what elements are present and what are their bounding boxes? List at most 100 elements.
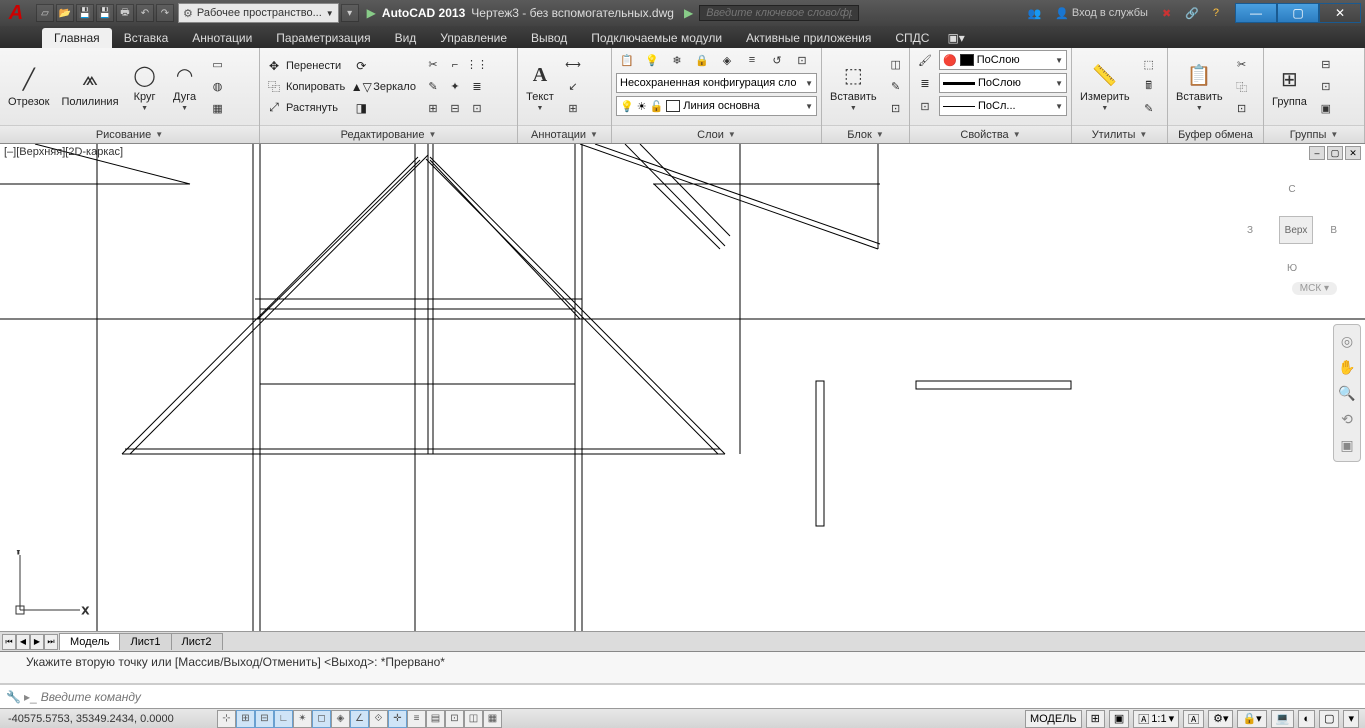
- tab-expander-icon[interactable]: ▣▾: [941, 28, 970, 48]
- viewcube-n[interactable]: С: [1288, 184, 1295, 195]
- qat-saveas-icon[interactable]: 💾: [96, 4, 114, 22]
- nav-zoom-icon[interactable]: 🔍: [1337, 383, 1357, 403]
- sb-annoscale[interactable]: 🄰 1:1▾: [1133, 710, 1179, 728]
- mirror-button[interactable]: ▲▽Зеркало: [351, 78, 418, 96]
- drawing-canvas[interactable]: [0, 144, 1365, 631]
- align-icon[interactable]: ⊞: [422, 99, 444, 119]
- circle-button[interactable]: ◯Круг▼: [127, 59, 163, 114]
- layer-lock-icon[interactable]: 🔒: [691, 50, 713, 70]
- dim-linear-icon[interactable]: ⟷: [562, 55, 584, 75]
- sb-osnap-icon[interactable]: ◻: [312, 710, 331, 728]
- copy-clip-icon[interactable]: ⿻: [1231, 77, 1253, 97]
- layer-prop-icon[interactable]: 📋: [616, 50, 638, 70]
- copy-button[interactable]: ⿻Копировать: [264, 78, 347, 96]
- tab-output[interactable]: Вывод: [519, 28, 579, 48]
- create-block-icon[interactable]: ◫: [885, 55, 907, 75]
- tab-insert[interactable]: Вставка: [112, 28, 181, 48]
- tab-layout1[interactable]: Лист1: [119, 633, 171, 650]
- fillet-icon[interactable]: ⌐: [444, 55, 466, 75]
- viewcube-top[interactable]: Верх: [1279, 216, 1313, 244]
- command-input[interactable]: [41, 690, 1359, 704]
- insert-block-button[interactable]: ⬚Вставить▼: [826, 59, 881, 114]
- sb-otrack-icon[interactable]: ∠: [350, 710, 369, 728]
- select-icon[interactable]: ⬚: [1138, 55, 1160, 75]
- maximize-button[interactable]: ▢: [1277, 3, 1319, 23]
- wcs-label[interactable]: МСК ▾: [1292, 282, 1337, 295]
- tab-model[interactable]: Модель: [59, 633, 120, 650]
- app-logo[interactable]: A: [0, 0, 32, 26]
- attr-icon[interactable]: ⊡: [885, 99, 907, 119]
- command-line[interactable]: 🔧 ▸_: [0, 684, 1365, 708]
- sb-model-button[interactable]: МОДЕЛЬ: [1025, 710, 1082, 728]
- leader-icon[interactable]: ↙: [562, 77, 584, 97]
- lineweight-dropdown[interactable]: ПоСлою▼: [939, 73, 1067, 93]
- nav-pan-icon[interactable]: ✋: [1337, 357, 1357, 377]
- layer-match-icon[interactable]: ≡: [741, 50, 763, 70]
- nav-wheel-icon[interactable]: ◎: [1337, 331, 1357, 351]
- hatch-icon[interactable]: ▦: [207, 99, 229, 119]
- match-props-icon[interactable]: 🖌: [914, 50, 936, 70]
- array-icon[interactable]: ⋮⋮: [466, 55, 488, 75]
- close-button[interactable]: ✕: [1319, 3, 1361, 23]
- sb-lwt-icon[interactable]: ≡: [407, 710, 426, 728]
- workspace-dropdown[interactable]: ⚙ Рабочее пространство... ▼: [178, 3, 339, 23]
- tab-home[interactable]: Главная: [42, 28, 112, 48]
- stretch-button[interactable]: ⤢Растянуть: [264, 99, 347, 117]
- sb-qv-icon[interactable]: ▣: [1109, 710, 1129, 728]
- text-button[interactable]: AТекст▼: [522, 59, 558, 114]
- sb-3dosnap-icon[interactable]: ◈: [331, 710, 350, 728]
- exchange-icon[interactable]: ✖: [1158, 4, 1175, 22]
- join-icon[interactable]: ⊡: [466, 99, 488, 119]
- move-button[interactable]: ✥Перенести: [264, 57, 347, 75]
- cut-icon[interactable]: ✂: [1231, 55, 1253, 75]
- help-icon[interactable]: ?: [1209, 4, 1223, 22]
- viewcube-w[interactable]: З: [1247, 225, 1253, 236]
- sb-sc-icon[interactable]: ◫: [464, 710, 483, 728]
- erase-icon[interactable]: ✎: [422, 77, 444, 97]
- doc-min-icon[interactable]: –: [1309, 146, 1325, 160]
- tab-view[interactable]: Вид: [383, 28, 429, 48]
- paste-button[interactable]: 📋Вставить▼: [1172, 59, 1227, 114]
- layer-config-dropdown[interactable]: Несохраненная конфигурация сло▼: [616, 73, 817, 93]
- sb-grid-icon[interactable]: ⊟: [255, 710, 274, 728]
- color-dropdown[interactable]: 🔴ПоСлою▼: [939, 50, 1067, 70]
- qat-redo-icon[interactable]: ↷: [156, 4, 174, 22]
- login-button[interactable]: 👤 Вход в службы: [1051, 4, 1152, 22]
- nav-orbit-icon[interactable]: ⟲: [1337, 409, 1357, 429]
- cmd-handle-icon[interactable]: 🔧: [6, 690, 20, 704]
- layer-iso-icon[interactable]: ◈: [716, 50, 738, 70]
- sb-ortho-icon[interactable]: ∟: [274, 710, 293, 728]
- layer-state-icon[interactable]: ⊡: [791, 50, 813, 70]
- viewcube[interactable]: С Ю З В Верх: [1247, 184, 1337, 274]
- sb-tpy-icon[interactable]: ▤: [426, 710, 445, 728]
- layer-prev-icon[interactable]: ↺: [766, 50, 788, 70]
- viewport-label[interactable]: [–][Верхняя][2D-каркас]: [4, 146, 123, 158]
- title-arrow-icon[interactable]: ▶: [367, 6, 376, 20]
- layout-prev-icon[interactable]: ◀: [16, 634, 30, 650]
- sb-ducs-icon[interactable]: ⟐: [369, 710, 388, 728]
- measure-button[interactable]: 📏Измерить▼: [1076, 59, 1134, 114]
- layout-first-icon[interactable]: ⏮: [2, 634, 16, 650]
- sb-hardware-icon[interactable]: 💻: [1271, 710, 1295, 728]
- sb-annovis-icon[interactable]: 🄰: [1183, 710, 1204, 728]
- sb-isolate-icon[interactable]: ◐: [1298, 710, 1315, 728]
- layer-freeze-icon[interactable]: ❄: [666, 50, 688, 70]
- rotate-button[interactable]: ⟳: [351, 57, 418, 75]
- copybase-icon[interactable]: ⊡: [1231, 99, 1253, 119]
- scale-button[interactable]: ◨: [351, 99, 418, 117]
- search-input[interactable]: [699, 5, 859, 21]
- sb-am-icon[interactable]: ▦: [483, 710, 502, 728]
- ungroup-icon[interactable]: ⊟: [1315, 55, 1337, 75]
- doc-close-icon[interactable]: ✕: [1345, 146, 1361, 160]
- clean-icon[interactable]: ✎: [1138, 99, 1160, 119]
- layer-off-icon[interactable]: 💡: [641, 50, 663, 70]
- group-edit-icon[interactable]: ⊡: [1315, 77, 1337, 97]
- qat-open-icon[interactable]: 📂: [56, 4, 74, 22]
- drawing-area[interactable]: [–][Верхняя][2D-каркас] – ▢ ✕: [0, 144, 1365, 631]
- explode-icon[interactable]: ✦: [444, 77, 466, 97]
- trim-icon[interactable]: ✂: [422, 55, 444, 75]
- layer-dropdown[interactable]: 💡 ☀ 🔓 Линия основна ▼: [616, 96, 817, 116]
- offset-icon[interactable]: ≣: [466, 77, 488, 97]
- tab-parametric[interactable]: Параметризация: [264, 28, 382, 48]
- group-bbox-icon[interactable]: ▣: [1315, 99, 1337, 119]
